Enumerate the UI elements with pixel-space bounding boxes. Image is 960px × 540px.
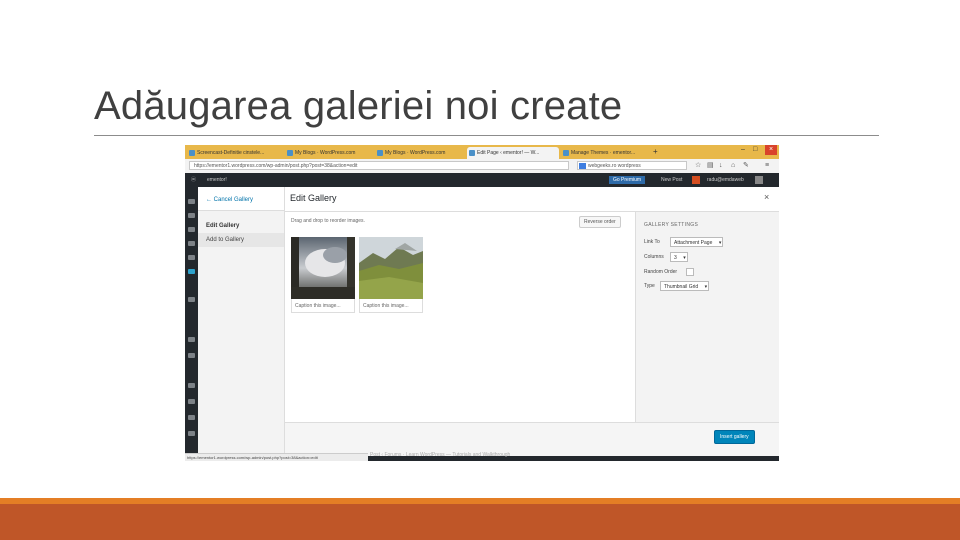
chevron-down-icon: ▾ xyxy=(704,284,708,290)
new-post-button[interactable]: New Post xyxy=(657,176,686,184)
type-value: Thumbnail Grid xyxy=(664,284,699,290)
tab-label: Screencast-Definitie cinstele... xyxy=(197,150,265,156)
browser-tabstrip: Screencast-Definitie cinstele... My Blog… xyxy=(185,145,779,159)
notifications-icon[interactable] xyxy=(692,176,700,184)
random-order-row: Random Order xyxy=(644,267,704,277)
tab-label: My Blogs · WordPress.com xyxy=(295,150,356,156)
link-to-label: Link To xyxy=(644,239,660,245)
reverse-order-button[interactable]: Reverse order xyxy=(579,216,621,228)
address-bar[interactable]: https://ementor1.wordpress.com/wp-admin/… xyxy=(189,161,569,170)
posts-icon[interactable] xyxy=(188,213,195,218)
columns-row: Columns xyxy=(644,252,664,262)
pages-active-icon[interactable] xyxy=(188,269,195,274)
gallery-settings: GALLERY SETTINGS Link To Attachment Page… xyxy=(635,212,779,422)
comments-icon[interactable] xyxy=(188,297,195,302)
tab-label: My Blogs · WordPress.com xyxy=(385,150,446,156)
chevron-down-icon: ▾ xyxy=(683,255,686,261)
settings-icon[interactable] xyxy=(188,431,195,436)
columns-label: Columns xyxy=(644,254,664,260)
home-icon[interactable]: ⌂ xyxy=(731,161,735,171)
search-text: webgeeks.ro wordpress xyxy=(588,163,641,169)
browser-tab[interactable]: Screencast-Definitie cinstele... xyxy=(187,147,285,159)
type-row: Type xyxy=(644,281,655,291)
random-order-label: Random Order xyxy=(644,269,678,275)
feedback-icon[interactable] xyxy=(188,337,195,342)
gallery-attachment[interactable]: Caption this image... xyxy=(359,237,423,317)
tab-label: Manage Themes · ementor... xyxy=(571,150,636,156)
title-underline xyxy=(94,135,879,136)
thumbnail-image xyxy=(291,237,355,299)
minimize-icon[interactable]: – xyxy=(741,145,745,155)
settings-heading: GALLERY SETTINGS xyxy=(644,222,699,228)
media-menu: ← Cancel Gallery Edit Gallery Add to Gal… xyxy=(198,187,285,455)
thumbnail-image xyxy=(359,237,423,299)
background-page-text: Post ‹ Forums · Learn WordPress — Tutori… xyxy=(370,452,511,458)
gallery-attachment[interactable]: Caption this image... xyxy=(291,237,355,317)
users-icon[interactable] xyxy=(188,399,195,404)
wordpress-icon xyxy=(377,150,383,156)
modal-title: Edit Gallery xyxy=(290,193,337,203)
dashboard-icon[interactable] xyxy=(188,199,195,204)
wp-admin-sidebar xyxy=(185,187,198,461)
modal-toolbar: Insert gallery xyxy=(285,422,779,456)
links-icon[interactable] xyxy=(188,241,195,246)
columns-value: 3 xyxy=(674,255,677,261)
site-name[interactable]: ementor! xyxy=(207,173,227,187)
tab-favicon-icon xyxy=(189,150,195,156)
close-window-icon[interactable]: × xyxy=(765,145,777,155)
type-select[interactable]: Thumbnail Grid ▾ xyxy=(660,281,710,291)
screenshot: Screencast-Definitie cinstele... My Blog… xyxy=(185,145,779,461)
appearance-icon[interactable] xyxy=(188,353,195,358)
google-icon xyxy=(579,163,586,169)
browser-toolbar: https://ementor1.wordpress.com/wp-admin/… xyxy=(185,159,779,174)
reorder-hint: Drag and drop to reorder images. xyxy=(291,218,365,224)
edit-gallery-modal: ← Cancel Gallery Edit Gallery Add to Gal… xyxy=(198,187,779,456)
gallery-content: Drag and drop to reorder images. Reverse… xyxy=(285,212,634,422)
close-icon[interactable]: × xyxy=(764,192,769,202)
columns-select[interactable]: 3 ▾ xyxy=(670,252,688,262)
wordpress-icon xyxy=(469,150,475,156)
browser-tab[interactable]: My Blogs · WordPress.com xyxy=(375,147,465,159)
caption-field[interactable]: Caption this image... xyxy=(291,299,355,313)
wordpress-icon xyxy=(563,150,569,156)
menu-icon[interactable]: ≡ xyxy=(765,161,769,171)
browser-tab-active[interactable]: Edit Page ‹ ementor! — W... xyxy=(467,147,559,159)
wp-admin-bar: ⓦ ementor! Go Premium New Post radu@emda… xyxy=(185,173,779,187)
media-icon[interactable] xyxy=(188,227,195,232)
download-icon[interactable]: ↓ xyxy=(719,161,723,171)
user-name[interactable]: radu@emdaweb xyxy=(707,173,744,187)
addon-icon[interactable]: ✎ xyxy=(743,161,749,171)
browser-tab[interactable]: Manage Themes · ementor... xyxy=(561,147,651,159)
browser-status-bar: https://ementor1.wordpress.com/wp-admin/… xyxy=(185,453,368,461)
avatar[interactable] xyxy=(755,176,763,184)
cancel-gallery-link[interactable]: ← Cancel Gallery xyxy=(198,187,284,211)
new-tab-icon[interactable]: + xyxy=(653,146,658,158)
browser-tab[interactable]: My Blogs · WordPress.com xyxy=(285,147,375,159)
maximize-icon[interactable]: □ xyxy=(753,145,757,155)
insert-gallery-button[interactable]: Insert gallery xyxy=(714,430,755,444)
type-label: Type xyxy=(644,283,655,289)
search-box[interactable]: webgeeks.ro wordpress xyxy=(577,161,687,170)
tools-icon[interactable] xyxy=(188,415,195,420)
caption-field[interactable]: Caption this image... xyxy=(359,299,423,313)
plugins-icon[interactable] xyxy=(188,383,195,388)
link-to-select[interactable]: Attachment Page ▾ xyxy=(670,237,724,247)
star-icon[interactable]: ☆ xyxy=(695,161,701,171)
menu-item-edit-gallery[interactable]: Edit Gallery xyxy=(198,219,284,233)
chevron-down-icon: ▾ xyxy=(718,240,722,246)
link-to-value: Attachment Page xyxy=(674,240,713,246)
footer-bar xyxy=(0,504,960,540)
pages-icon[interactable] xyxy=(188,255,195,260)
slide-title: Adăugarea galeriei noi create xyxy=(94,84,623,128)
go-premium-button[interactable]: Go Premium xyxy=(609,176,646,184)
menu-item-add-to-gallery[interactable]: Add to Gallery xyxy=(198,233,284,247)
tab-label: Edit Page ‹ ementor! — W... xyxy=(477,150,540,156)
bookmarks-icon[interactable]: ▤ xyxy=(707,161,714,171)
wordpress-icon xyxy=(287,150,293,156)
random-order-checkbox[interactable] xyxy=(686,268,694,276)
link-to-row: Link To xyxy=(644,237,660,247)
wordpress-logo-icon[interactable]: ⓦ xyxy=(191,173,196,187)
